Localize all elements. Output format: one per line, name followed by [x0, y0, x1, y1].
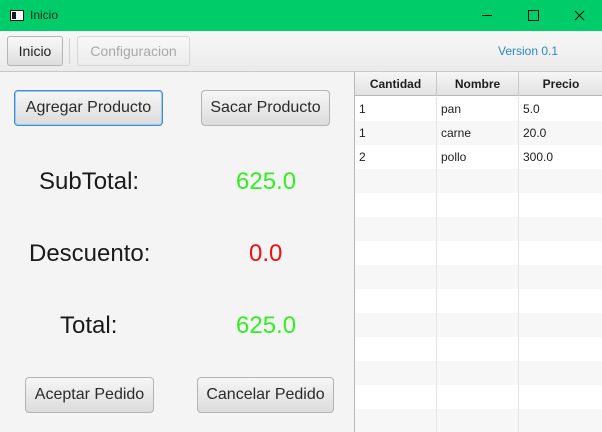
table-row[interactable] — [355, 409, 602, 432]
table-cell[interactable] — [355, 409, 437, 432]
table-cell[interactable] — [355, 169, 437, 193]
toolbar: Inicio Configuracion Version 0.1 — [0, 31, 602, 72]
table-cell[interactable] — [519, 337, 602, 361]
descuento-label: Descuento: — [29, 240, 151, 267]
table-row[interactable]: 1 pan 5.0 — [355, 97, 602, 121]
table-row[interactable] — [355, 385, 602, 409]
table-cell[interactable] — [355, 289, 437, 313]
descuento-value: 0.0 — [249, 240, 283, 267]
table-cell[interactable] — [519, 193, 602, 217]
table-cell[interactable] — [355, 193, 437, 217]
table-cell[interactable] — [437, 193, 519, 217]
table-row[interactable] — [355, 337, 602, 361]
table-cell[interactable] — [355, 313, 437, 337]
title-bar: Inicio — [0, 0, 602, 31]
table-cell[interactable]: 20.0 — [519, 121, 602, 145]
table-row[interactable] — [355, 289, 602, 313]
table-cell[interactable]: pollo — [437, 145, 519, 169]
table-cell[interactable] — [437, 409, 519, 432]
table-cell[interactable] — [519, 289, 602, 313]
table-cell[interactable] — [437, 385, 519, 409]
subtotal-label: SubTotal: — [39, 168, 140, 195]
table-cell[interactable] — [437, 337, 519, 361]
table-cell[interactable]: 1 — [355, 97, 437, 121]
table-cell[interactable] — [437, 241, 519, 265]
order-panel: Agregar Producto Sacar Producto SubTotal… — [0, 72, 354, 432]
table-row[interactable] — [355, 265, 602, 289]
table-cell[interactable] — [355, 361, 437, 385]
table-cell[interactable] — [437, 361, 519, 385]
table-cell[interactable] — [437, 169, 519, 193]
cancelar-pedido-button[interactable]: Cancelar Pedido — [197, 377, 334, 413]
table-cell[interactable] — [437, 289, 519, 313]
table-cell[interactable]: 2 — [355, 145, 437, 169]
table-row[interactable]: 1 carne 20.0 — [355, 121, 602, 145]
table-row[interactable] — [355, 193, 602, 217]
window-title: Inicio — [30, 8, 59, 22]
table-cell[interactable] — [355, 217, 437, 241]
table-row[interactable] — [355, 241, 602, 265]
table-cell[interactable]: carne — [437, 121, 519, 145]
table-cell[interactable]: pan — [437, 97, 519, 121]
column-header-precio[interactable]: Precio — [519, 72, 602, 96]
products-table[interactable]: Cantidad Nombre Precio 1 pan 5.0 1 carne 20.0… — [354, 72, 602, 432]
close-button[interactable] — [556, 0, 602, 31]
table-cell[interactable] — [519, 385, 602, 409]
agregar-producto-button[interactable]: Agregar Producto — [14, 90, 163, 126]
table-row[interactable] — [355, 361, 602, 385]
table-row[interactable] — [355, 217, 602, 241]
maximize-button[interactable] — [510, 0, 556, 31]
table-cell[interactable] — [355, 385, 437, 409]
table-cell[interactable] — [519, 409, 602, 432]
table-cell[interactable] — [355, 241, 437, 265]
toolbar-separator — [69, 38, 70, 64]
table-cell[interactable] — [519, 313, 602, 337]
table-cell[interactable] — [519, 241, 602, 265]
table-header: Cantidad Nombre Precio — [355, 72, 602, 96]
total-value: 625.0 — [236, 312, 297, 339]
table-row[interactable] — [355, 169, 602, 193]
table-cell[interactable] — [355, 337, 437, 361]
table-row[interactable]: 2 pollo 300.0 — [355, 145, 602, 169]
table-row[interactable] — [355, 313, 602, 337]
table-cell[interactable] — [519, 217, 602, 241]
table-cell[interactable] — [437, 265, 519, 289]
table-cell[interactable] — [437, 313, 519, 337]
aceptar-pedido-button[interactable]: Aceptar Pedido — [25, 377, 154, 413]
subtotal-value: 625.0 — [236, 168, 297, 195]
column-header-nombre[interactable]: Nombre — [437, 72, 519, 96]
inicio-button[interactable]: Inicio — [7, 36, 63, 66]
minimize-button[interactable] — [464, 0, 510, 31]
table-cell[interactable]: 1 — [355, 121, 437, 145]
table-cell[interactable]: 5.0 — [519, 97, 602, 121]
table-cell[interactable]: 300.0 — [519, 145, 602, 169]
total-label: Total: — [60, 312, 118, 339]
configuracion-button[interactable]: Configuracion — [77, 36, 190, 66]
window-icon — [10, 10, 24, 21]
table-cell[interactable] — [519, 169, 602, 193]
table-cell[interactable] — [355, 265, 437, 289]
table-cell[interactable] — [437, 217, 519, 241]
table-cell[interactable] — [519, 361, 602, 385]
table-cell[interactable] — [519, 265, 602, 289]
version-label: Version 0.1 — [498, 44, 559, 58]
column-header-cantidad[interactable]: Cantidad — [355, 72, 437, 96]
sacar-producto-button[interactable]: Sacar Producto — [201, 90, 330, 126]
